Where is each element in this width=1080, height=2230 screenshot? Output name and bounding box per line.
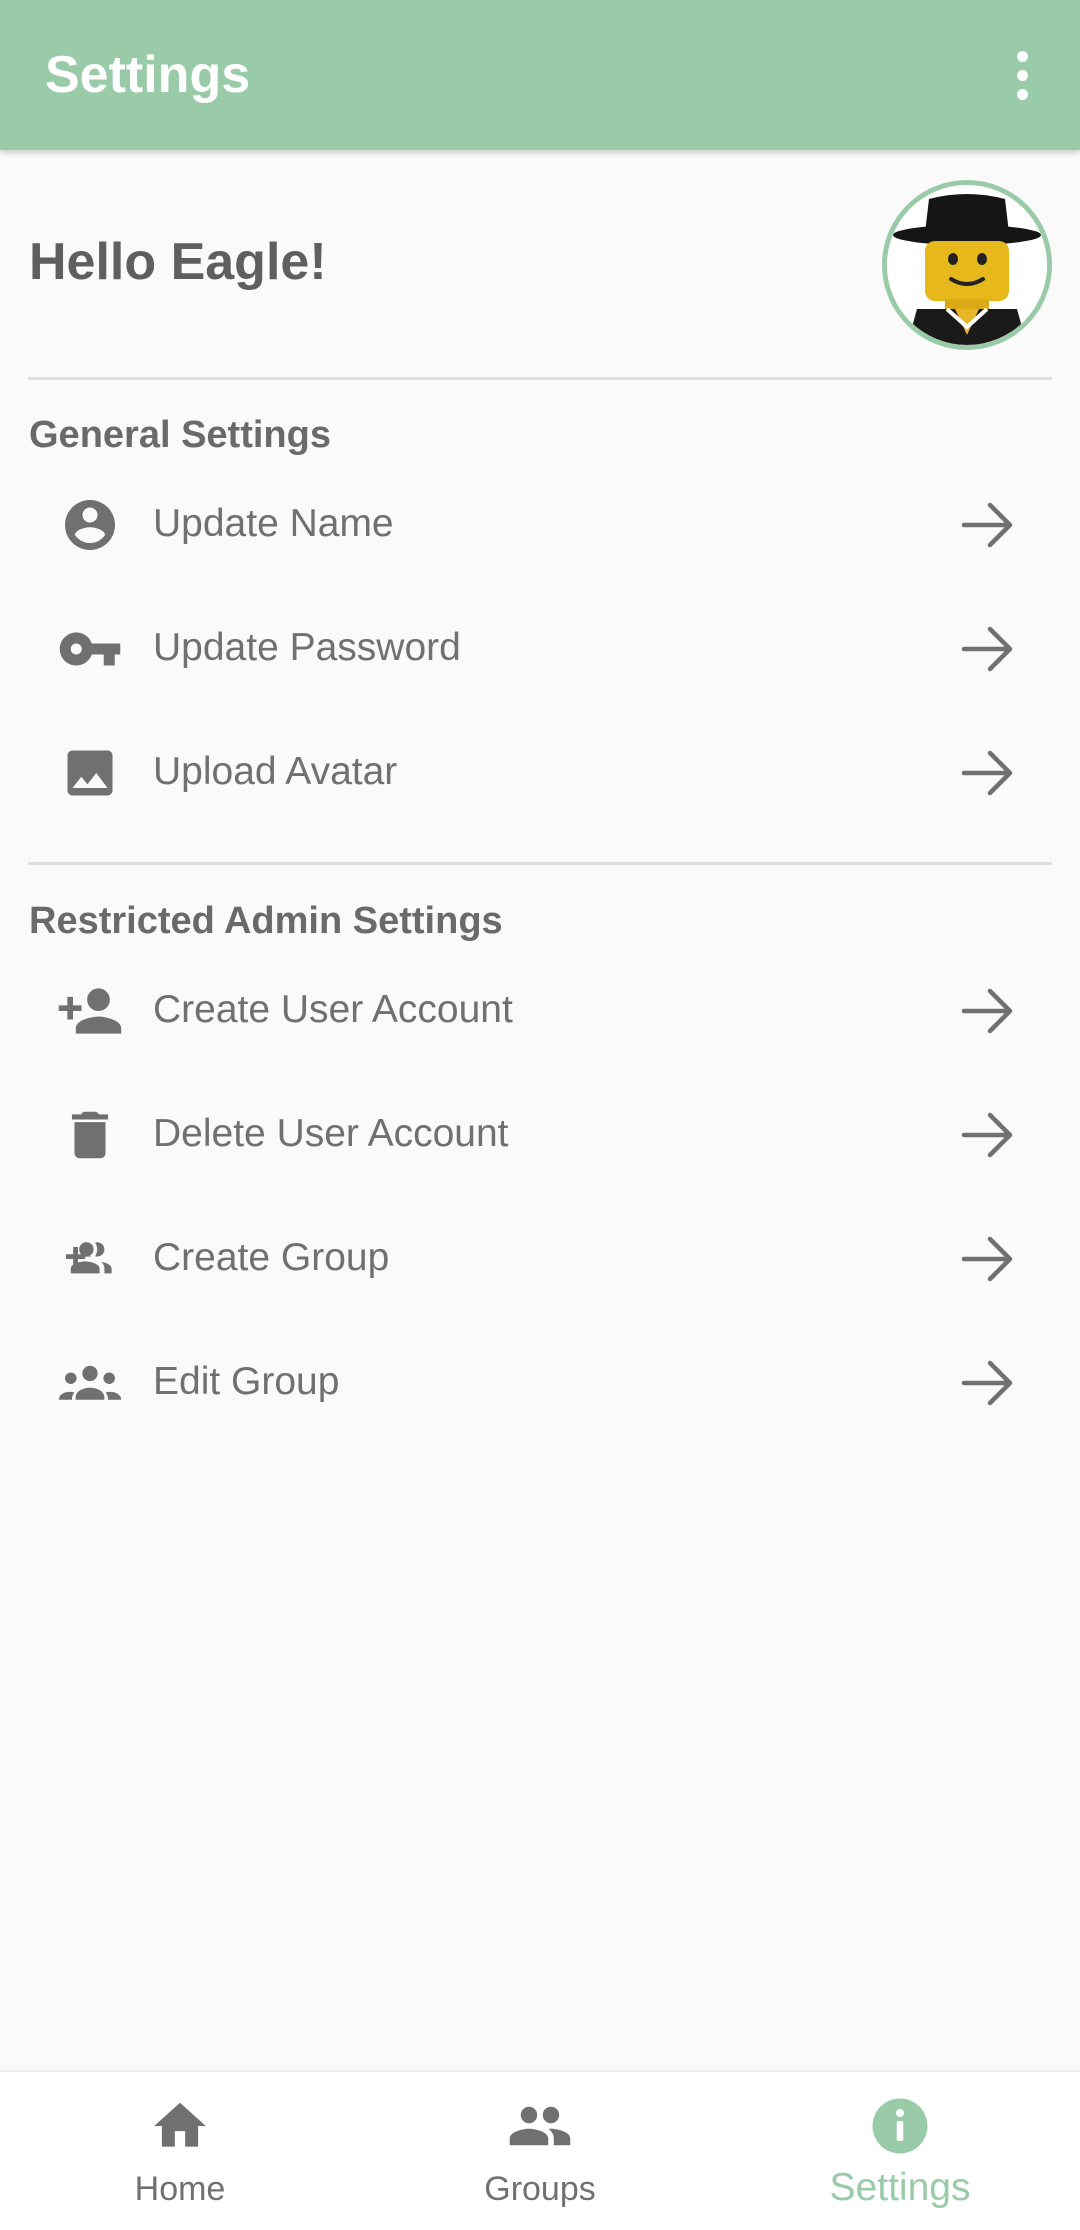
create-group-label: Create Group (153, 1236, 390, 1279)
trash-icon (54, 1105, 126, 1165)
image-icon (54, 743, 126, 803)
delete-user-account-label: Delete User Account (153, 1112, 509, 1155)
info-icon (867, 2096, 933, 2156)
create-user-account-item[interactable]: Create User Account (0, 956, 1080, 1066)
key-icon (54, 619, 126, 679)
arrow-forward-icon (961, 988, 1013, 1034)
page-title: Settings (45, 46, 251, 104)
account-circle-icon (54, 495, 126, 555)
arrow-forward-icon (961, 750, 1013, 796)
arrow-forward-icon (961, 1360, 1013, 1406)
update-name-label: Update Name (153, 502, 394, 545)
arrow-forward-icon (961, 502, 1013, 548)
nav-settings-label: Settings (829, 2166, 971, 2209)
nav-settings[interactable]: Settings (720, 2072, 1080, 2230)
greeting-text: Hello Eagle! (29, 233, 327, 291)
home-icon (147, 2096, 213, 2156)
arrow-forward-icon (961, 1236, 1013, 1282)
update-password-item[interactable]: Update Password (0, 594, 1080, 704)
person-add-icon (54, 981, 126, 1041)
arrow-forward-icon (961, 1112, 1013, 1158)
upload-avatar-item[interactable]: Upload Avatar (0, 718, 1080, 828)
groups-icon (54, 1353, 126, 1413)
divider (28, 377, 1052, 380)
section-title-general: General Settings (29, 414, 331, 456)
nav-home-label: Home (134, 2170, 226, 2208)
people-icon (507, 2096, 573, 2156)
app-bar: Settings (0, 0, 1080, 150)
update-name-item[interactable]: Update Name (0, 470, 1080, 580)
section-title-admin: Restricted Admin Settings (29, 900, 503, 942)
nav-home[interactable]: Home (0, 2072, 360, 2230)
delete-user-account-item[interactable]: Delete User Account (0, 1080, 1080, 1190)
edit-group-label: Edit Group (153, 1360, 340, 1403)
edit-group-item[interactable]: Edit Group (0, 1328, 1080, 1438)
nav-groups[interactable]: Groups (360, 2072, 720, 2230)
create-group-item[interactable]: Create Group (0, 1204, 1080, 1314)
avatar[interactable] (882, 180, 1052, 350)
upload-avatar-label: Upload Avatar (153, 750, 398, 793)
update-password-label: Update Password (153, 626, 461, 669)
create-user-account-label: Create User Account (153, 988, 513, 1031)
nav-groups-label: Groups (484, 2170, 596, 2208)
divider (28, 862, 1052, 865)
more-vert-icon[interactable] (994, 40, 1050, 110)
arrow-forward-icon (961, 626, 1013, 672)
bottom-navigation: Home Groups Settings (0, 2070, 1080, 2230)
group-add-icon (54, 1229, 126, 1289)
lego-minifigure-avatar (887, 185, 1047, 345)
